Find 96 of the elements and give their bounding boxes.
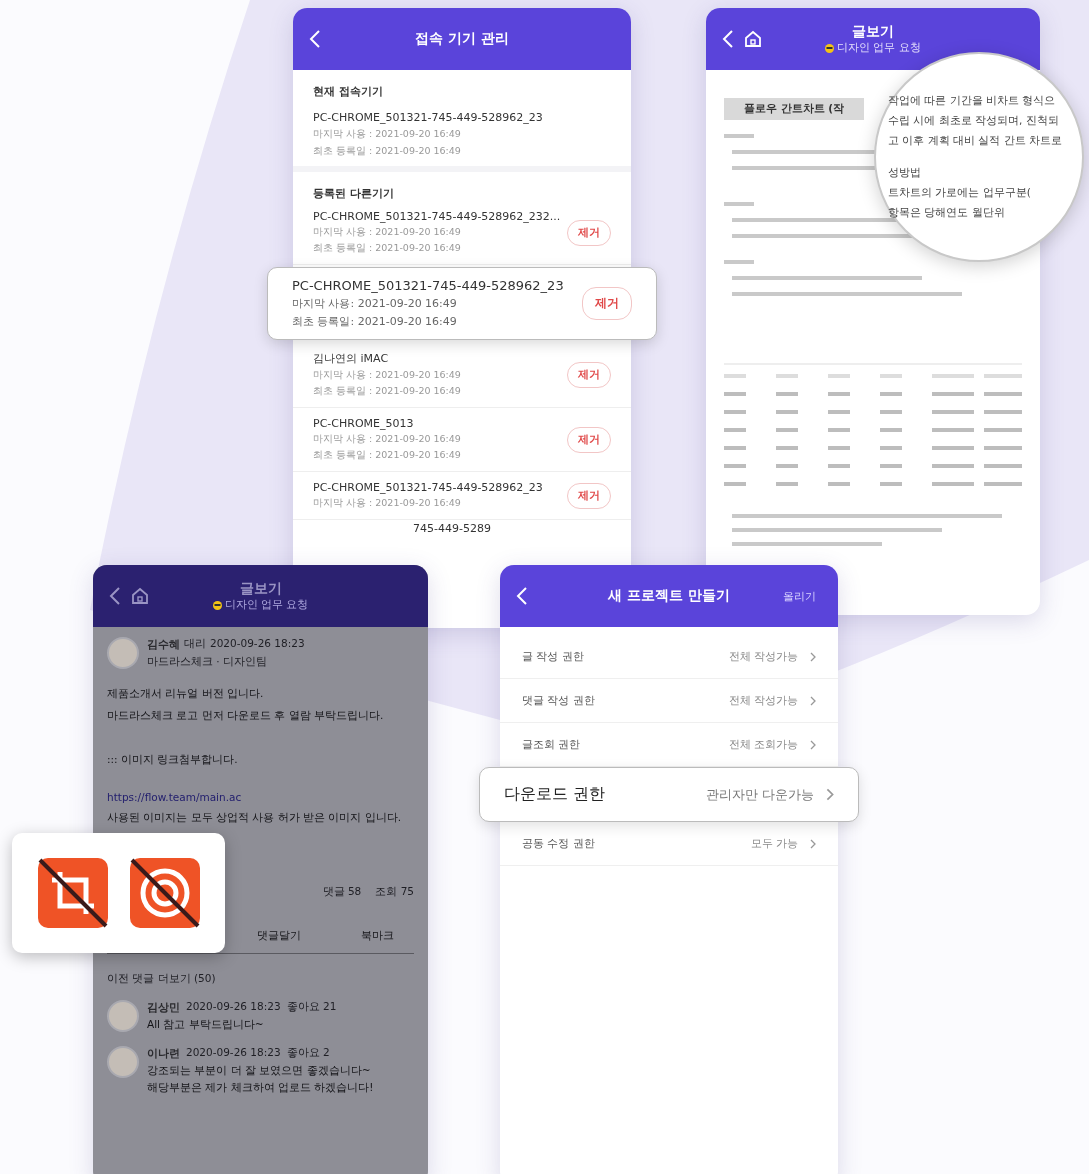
last-used-text: 마지막 사용 : 2021-09-20 16:49 xyxy=(313,128,462,141)
bookmark-button[interactable]: 북마크 xyxy=(361,929,394,943)
home-icon xyxy=(744,30,762,48)
magnified-text: 고 이후 계획 대비 실적 간트 차트로 xyxy=(888,134,1064,148)
post-time: 2020-09-26 18:23 xyxy=(210,637,305,649)
setting-value: 모두 가능 xyxy=(750,836,798,851)
chevron-icon xyxy=(810,739,816,750)
section-heading: 현재 접속기기 xyxy=(313,84,384,99)
back-icon xyxy=(722,29,734,49)
commenter-name: 김상민 xyxy=(147,1000,180,1015)
magnified-text: 성방법 xyxy=(888,166,922,180)
remove-button[interactable]: 제거 xyxy=(567,361,611,388)
remove-button[interactable]: 제거 xyxy=(567,482,611,509)
project-name: 디자인 업무 요청 xyxy=(837,41,921,55)
setting-value: 관리자만 다운가능 xyxy=(705,785,814,804)
device-name: PC-CHROME_501321-745-449-528962_23 xyxy=(313,481,544,494)
setting-value: 전체 작성가능 xyxy=(728,693,798,708)
comment-text: 해당부분은 제가 체크하여 업로드 하겠습니다! xyxy=(147,1081,374,1095)
setting-label: 글조회 권한 xyxy=(522,737,582,752)
post-text: 제품소개서 리뉴얼 버전 입니다. xyxy=(107,687,265,701)
setting-label: 다운로드 권한 xyxy=(504,784,607,805)
screen-title: 글보기 xyxy=(239,580,282,598)
last-used-text: 마지막 사용 : 2021-09-20 16:49 xyxy=(313,369,462,382)
comment-text: All 참고 부탁드립니다~ xyxy=(147,1018,265,1032)
last-used-text: 마지막 사용 : 2021-09-20 16:49 xyxy=(313,497,462,510)
setting-label: 공동 수정 권한 xyxy=(522,836,596,851)
author-name: 김수혜 xyxy=(147,637,180,652)
highlighted-setting-card[interactable]: 다운로드 권한 관리자만 다운가능 xyxy=(479,767,859,822)
post-link[interactable]: https://flow.team/main.ac xyxy=(107,791,414,803)
upload-button[interactable]: 올리기 xyxy=(777,587,822,605)
post-stat: 조회 75 xyxy=(375,885,414,899)
registered-text: 최초 등록일 : 2021-09-20 16:49 xyxy=(313,449,462,462)
avatar xyxy=(107,1046,139,1078)
post-text: 사용된 이미지는 모두 상업적 사용 허가 받은 이미지 입니다. xyxy=(107,811,403,825)
last-used-text: 마지막 사용 : 2021-09-20 16:49 xyxy=(313,433,462,446)
emoji-icon xyxy=(212,600,222,610)
home-button[interactable] xyxy=(131,587,149,605)
avatar xyxy=(107,1000,139,1032)
reaction-count: 좋아요 2 xyxy=(286,1046,330,1060)
last-used-text: 마지막 사용 : 2021-09-20 16:49 xyxy=(313,226,462,239)
setting-label: 글 작성 권한 xyxy=(522,649,585,664)
registered-text: 최초 등록일: 2021-09-20 16:49 xyxy=(292,314,458,329)
magnified-text: 작업에 따른 기간을 비차트 형식으 xyxy=(888,94,1057,108)
remove-button[interactable]: 제거 xyxy=(567,219,611,246)
no-screen-record-icon xyxy=(129,858,200,928)
device-name: PC-CHROME_501321-745-449-528962_23 xyxy=(313,111,544,124)
author-rank: 대리 xyxy=(184,637,206,651)
emoji-icon xyxy=(825,43,835,53)
commenter-name: 이나련 xyxy=(147,1046,180,1061)
comment-time: 2020-09-26 18:23 xyxy=(186,1046,281,1058)
comment-time: 2020-09-26 18:23 xyxy=(186,1000,281,1012)
magnified-text: 항목은 당해연도 월단위 xyxy=(888,206,1006,220)
device-name: PC-CHROME_501321-745-449-528962_23 xyxy=(292,278,565,293)
device-name: PC-CHROME_5013 xyxy=(313,417,415,430)
device-name: 745-449-5289 xyxy=(412,521,492,535)
back-button[interactable] xyxy=(109,586,121,606)
magnified-text: 트차트의 가로에는 업무구분( xyxy=(888,186,1032,200)
post-stat: 댓글 58 xyxy=(322,885,362,899)
chevron-icon xyxy=(810,838,816,849)
device-name: PC-CHROME_501321-745-449-528962_232... xyxy=(313,210,559,223)
registered-text: 최초 등록일 : 2021-09-20 16:49 xyxy=(313,145,462,158)
section-heading: 등록된 다른기기 xyxy=(313,186,395,201)
screen-title: 글보기 xyxy=(852,23,894,41)
magnified-text: 수립 시에 최초로 작성되며, 진척되 xyxy=(888,114,1060,128)
comment-button[interactable]: 댓글달기 xyxy=(257,929,301,943)
back-icon xyxy=(309,29,321,49)
author-team: 마드라스체크 · 디자인팀 xyxy=(147,655,267,669)
screen-title: 접속 기기 관리 xyxy=(415,30,509,48)
chevron-icon xyxy=(810,651,816,662)
screen-title: 새 프로젝트 만들기 xyxy=(608,587,730,605)
last-used-text: 마지막 사용: 2021-09-20 16:49 xyxy=(292,296,458,311)
setting-row[interactable]: 댓글 작성 권한 전체 작성가능 xyxy=(500,679,838,723)
setting-label: 댓글 작성 권한 xyxy=(522,693,596,708)
post-text: ::: 이미지 링크첨부합니다. xyxy=(107,753,239,767)
remove-button[interactable]: 제거 xyxy=(582,287,632,320)
post-text: 마드라스체크 로고 먼저 다운로드 후 열람 부탁드립니다. xyxy=(107,709,385,723)
back-icon xyxy=(109,586,121,606)
home-icon xyxy=(131,587,149,605)
chevron-icon xyxy=(810,695,816,706)
registered-text: 최초 등록일 : 2021-09-20 16:49 xyxy=(313,242,462,255)
setting-value: 전체 조회가능 xyxy=(728,737,798,752)
document-heading: 플로우 간트차트 (작 xyxy=(724,98,864,120)
back-icon xyxy=(516,586,528,606)
setting-value: 전체 작성가능 xyxy=(728,649,798,664)
comment-text: 강조되는 부분이 더 잘 보였으면 좋겠습니다~ xyxy=(147,1064,372,1078)
no-crop-icon xyxy=(37,858,108,928)
registered-text: 최초 등록일 : 2021-09-20 16:49 xyxy=(313,385,462,398)
device-name: 김나연의 iMAC xyxy=(313,351,390,366)
avatar xyxy=(107,637,139,669)
setting-row[interactable]: 글 작성 권한 전체 작성가능 xyxy=(500,635,838,679)
setting-row[interactable]: 공동 수정 권한 모두 가능 xyxy=(500,822,838,866)
project-name: 디자인 업무 요청 xyxy=(224,598,309,612)
remove-button[interactable]: 제거 xyxy=(567,426,611,453)
chevron-icon xyxy=(826,788,834,801)
more-comments-link[interactable]: 이전 댓글 더보기 (50) xyxy=(107,972,216,986)
reaction-count: 좋아요 21 xyxy=(286,1000,337,1014)
